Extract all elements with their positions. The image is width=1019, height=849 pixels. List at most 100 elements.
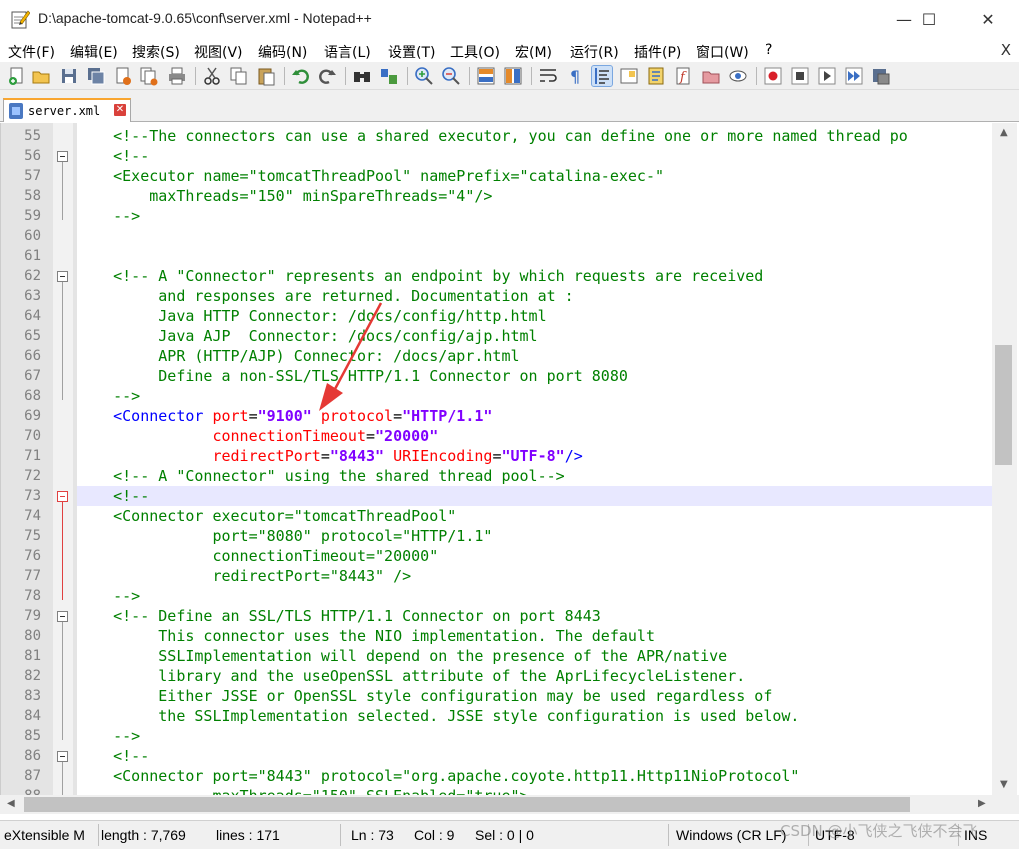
stop-macro-icon[interactable] — [790, 66, 810, 86]
close-tab-icon[interactable]: ✕ — [114, 104, 126, 116]
menu-language[interactable]: 语言(L) — [324, 42, 371, 62]
menu-help[interactable]: ? — [765, 42, 772, 58]
save-macro-icon[interactable] — [871, 66, 891, 86]
fold-margin[interactable] — [53, 123, 73, 795]
code-line[interactable]: <!-- Define an SSL/TLS HTTP/1.1 Connecto… — [77, 606, 993, 626]
code-line[interactable]: <Connector port="9100" protocol="HTTP/1.… — [77, 406, 993, 426]
code-line[interactable]: <!-- — [77, 746, 993, 766]
code-line[interactable]: Either JSSE or OpenSSL style configurati… — [77, 686, 993, 706]
code-line[interactable]: This connector uses the NIO implementati… — [77, 626, 993, 646]
code-line[interactable]: <!--The connectors can use a shared exec… — [77, 126, 993, 146]
new-file-icon[interactable] — [7, 66, 27, 86]
toolbar-separator — [284, 67, 285, 85]
sync-horizontal-icon[interactable] — [503, 66, 523, 86]
zoom-out-icon[interactable] — [441, 66, 461, 86]
code-line[interactable]: connectionTimeout="20000" — [77, 426, 993, 446]
code-line[interactable]: --> — [77, 726, 993, 746]
indent-guide-icon[interactable] — [591, 65, 613, 87]
code-line[interactable]: <Connector executor="tomcatThreadPool" — [77, 506, 993, 526]
code-line[interactable]: maxThreads="150" SSLEnabled="true"> — [77, 786, 993, 795]
open-file-icon[interactable] — [31, 66, 51, 86]
word-wrap-icon[interactable] — [538, 66, 558, 86]
fold-toggle-icon[interactable] — [57, 751, 68, 762]
sync-vertical-icon[interactable] — [476, 66, 496, 86]
redo-icon[interactable] — [317, 66, 337, 86]
menu-file[interactable]: 文件(F) — [8, 42, 55, 62]
scroll-up-icon[interactable]: ▲ — [1000, 127, 1008, 138]
fold-toggle-icon[interactable] — [57, 271, 68, 282]
cut-icon[interactable] — [202, 66, 222, 86]
fold-toggle-icon[interactable] — [57, 151, 68, 162]
code-line[interactable]: APR (HTTP/AJP) Connector: /docs/apr.html — [77, 346, 993, 366]
code-line[interactable] — [77, 246, 993, 266]
code-line[interactable]: <Executor name="tomcatThreadPool" namePr… — [77, 166, 993, 186]
code-line[interactable]: and responses are returned. Documentatio… — [77, 286, 993, 306]
code-line[interactable]: Java AJP Connector: /docs/config/ajp.htm… — [77, 326, 993, 346]
code-line[interactable]: maxThreads="150" minSpareThreads="4"/> — [77, 186, 993, 206]
folder-as-workspace-icon[interactable]: f — [673, 66, 693, 86]
code-line[interactable] — [77, 226, 993, 246]
fold-toggle-icon[interactable] — [57, 611, 68, 622]
menu-macro[interactable]: 宏(M) — [515, 42, 552, 62]
scroll-left-icon[interactable]: ◀ — [7, 798, 15, 809]
close-document-button[interactable]: X — [1001, 41, 1011, 59]
code-line[interactable]: library and the useOpenSSL attribute of … — [77, 666, 993, 686]
editor[interactable]: 55 56 57 58 59 60 61 62 63 64 65 66 67 68 69 70 71 72 73 74… — [0, 123, 1019, 804]
fold-toggle-icon[interactable] — [57, 491, 68, 502]
save-all-icon[interactable] — [86, 66, 106, 86]
code-line[interactable]: Define a non-SSL/TLS HTTP/1.1 Connector … — [77, 366, 993, 386]
code-line[interactable]: --> — [77, 586, 993, 606]
code-line[interactable]: <!-- — [77, 146, 993, 166]
record-macro-icon[interactable] — [763, 66, 783, 86]
paste-icon[interactable] — [256, 66, 276, 86]
menu-tools[interactable]: 工具(O) — [450, 42, 500, 62]
menu-run[interactable]: 运行(R) — [570, 42, 619, 62]
close-window-button[interactable]: ✕ — [965, 0, 1011, 38]
code-line[interactable]: Java HTTP Connector: /docs/config/http.h… — [77, 306, 993, 326]
close-all-icon[interactable] — [139, 66, 159, 86]
copy-icon[interactable] — [229, 66, 249, 86]
replace-icon[interactable] — [379, 66, 399, 86]
horizontal-scrollbar[interactable]: ◀ ▶ — [0, 795, 1019, 814]
code-line[interactable]: <!-- A "Connector" represents an endpoin… — [77, 266, 993, 286]
zoom-in-icon[interactable] — [414, 66, 434, 86]
menu-window[interactable]: 窗口(W) — [696, 42, 749, 62]
menu-encoding[interactable]: 编码(N) — [258, 42, 307, 62]
menu-view[interactable]: 视图(V) — [194, 42, 243, 62]
menu-plugins[interactable]: 插件(P) — [634, 42, 681, 62]
code-line[interactable]: --> — [77, 386, 993, 406]
find-icon[interactable] — [352, 66, 372, 86]
tab-server-xml[interactable]: server.xml ✕ — [3, 98, 131, 122]
horizontal-scroll-thumb[interactable] — [24, 797, 910, 812]
code-line[interactable]: redirectPort="8443" /> — [77, 566, 993, 586]
folder-workspace-icon[interactable] — [701, 66, 721, 86]
code-area[interactable]: <!--The connectors can use a shared exec… — [77, 123, 993, 795]
menu-settings[interactable]: 设置(T) — [388, 42, 435, 62]
scroll-right-icon[interactable]: ▶ — [978, 798, 986, 809]
code-line[interactable]: the SSLImplementation selected. JSSE sty… — [77, 706, 993, 726]
menu-edit[interactable]: 编辑(E) — [70, 42, 118, 62]
code-line[interactable]: SSLImplementation will depend on the pre… — [77, 646, 993, 666]
play-macro-icon[interactable] — [817, 66, 837, 86]
code-line[interactable]: connectionTimeout="20000" — [77, 546, 993, 566]
code-line[interactable]: <!-- A "Connector" using the shared thre… — [77, 466, 993, 486]
code-line[interactable]: <!-- — [77, 486, 993, 506]
show-all-chars-icon[interactable]: ¶ — [565, 66, 585, 86]
vertical-scroll-thumb[interactable] — [995, 345, 1012, 465]
code-line[interactable]: redirectPort="8443" URIEncoding="UTF-8"/… — [77, 446, 993, 466]
vertical-scrollbar[interactable]: ▲ ▼ — [992, 123, 1017, 795]
doc-map-icon[interactable] — [619, 66, 639, 86]
maximize-button[interactable]: ☐ — [906, 0, 952, 38]
function-list-icon[interactable] — [646, 66, 666, 86]
undo-icon[interactable] — [291, 66, 311, 86]
code-line[interactable]: port="8080" protocol="HTTP/1.1" — [77, 526, 993, 546]
code-line[interactable]: --> — [77, 206, 993, 226]
print-icon[interactable] — [167, 66, 187, 86]
monitoring-icon[interactable] — [728, 66, 748, 86]
close-icon[interactable] — [113, 66, 133, 86]
run-macro-multiple-icon[interactable] — [844, 66, 864, 86]
code-line[interactable]: <Connector port="8443" protocol="org.apa… — [77, 766, 993, 786]
scroll-down-icon[interactable]: ▼ — [1000, 779, 1008, 790]
menu-search[interactable]: 搜索(S) — [132, 42, 180, 62]
save-icon[interactable] — [59, 66, 79, 86]
